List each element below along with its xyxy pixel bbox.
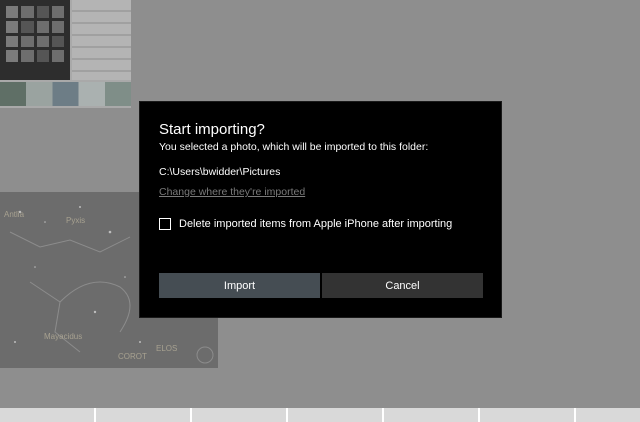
cancel-button[interactable]: Cancel	[322, 273, 483, 298]
folder-path: C:\Users\bwidder\Pictures	[159, 166, 281, 178]
background-dark-pane	[0, 0, 70, 80]
delete-after-import-checkbox[interactable]	[159, 218, 171, 230]
background-thumbnail-library	[0, 0, 131, 108]
delete-after-import-label: Delete imported items from Apple iPhone …	[179, 218, 453, 230]
star-label: Pyxis	[66, 216, 86, 225]
star-label: Antlia	[4, 210, 25, 219]
delete-after-import-option[interactable]: Delete imported items from Apple iPhone …	[159, 218, 452, 230]
background-thumbnail-strip	[0, 82, 131, 106]
star-label: Mayacidus	[44, 332, 83, 341]
dialog-subtitle: You selected a photo, which will be impo…	[159, 141, 429, 153]
import-dialog: Start importing? You selected a photo, w…	[140, 102, 501, 317]
background-side-panel	[72, 0, 131, 80]
dialog-title: Start importing?	[159, 121, 265, 138]
star-label: COROT	[118, 352, 147, 361]
import-button[interactable]: Import	[159, 273, 320, 298]
background-photo-grid	[6, 6, 64, 62]
background-bottom-strip	[0, 408, 640, 422]
change-folder-link[interactable]: Change where they're imported	[159, 186, 305, 198]
star-label: ELOS	[156, 344, 178, 353]
